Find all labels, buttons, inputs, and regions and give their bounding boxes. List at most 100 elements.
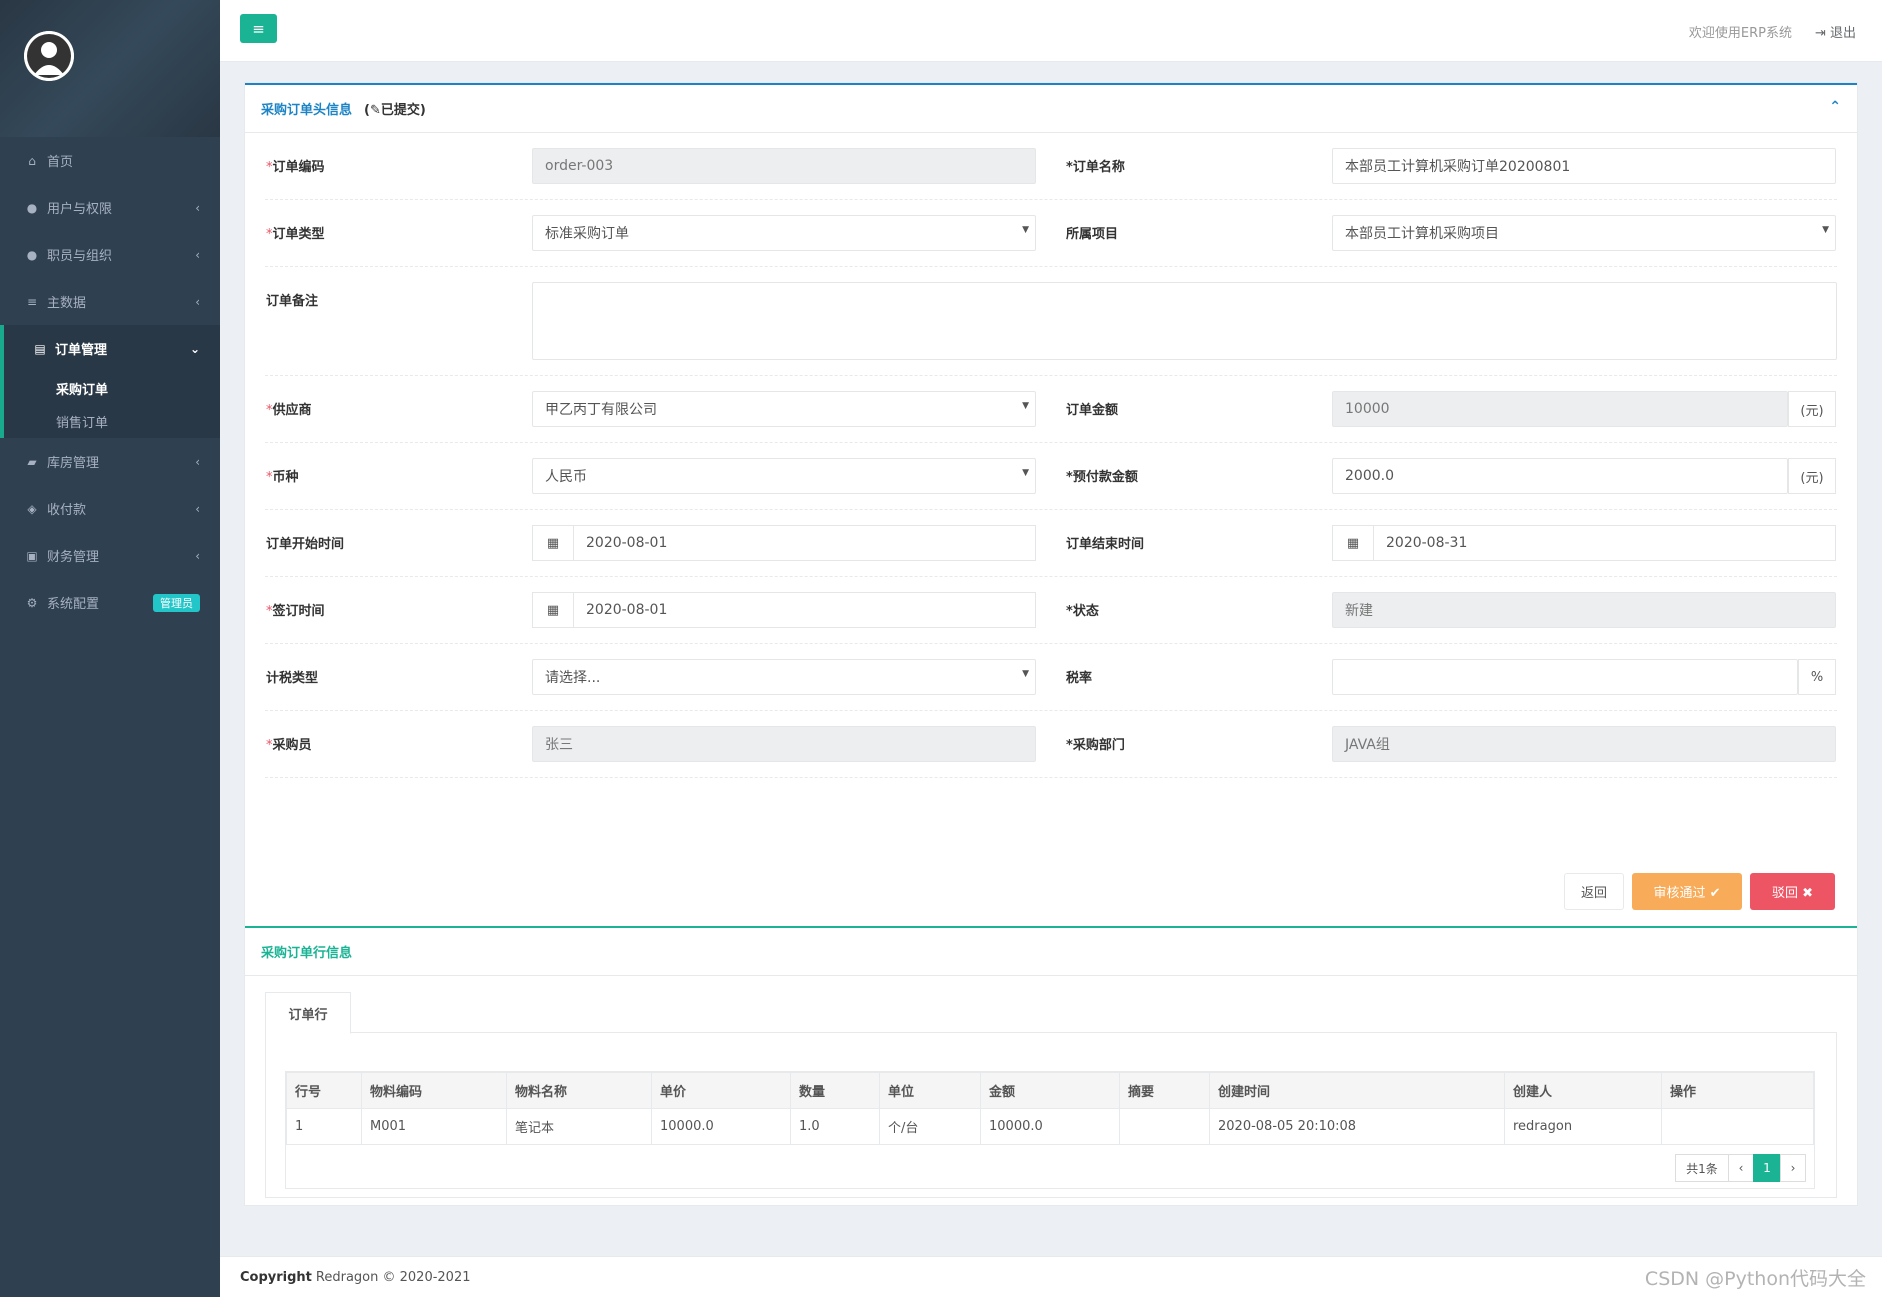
tab-order-lines[interactable]: 订单行 [265,992,351,1034]
chevron-left-icon: ‹ [195,501,200,516]
sidebar-item-home[interactable]: ⌂ 首页 [0,137,220,184]
action-buttons: 返回 审核通过 ✔ 驳回 ✖ [1564,873,1835,910]
sidebar: ⌂ 首页 ● 用户与权限 ‹ ● 职员与组织 ‹ ≡ 主数据 ‹ ▤ 订单管理 ⌄ 采购订单 销售… [0,0,220,1297]
column-header[interactable]: 物料名称 [506,1072,652,1109]
form-row: *币种 人民币 ▼ *预付款金额 2000.0 (元) [265,443,1837,510]
column-header[interactable]: 物料编码 [361,1072,507,1109]
tax-rate-group: % [1332,659,1836,695]
sidebar-item-purchase-order[interactable]: 采购订单 [4,372,220,405]
remark-textarea[interactable] [531,282,1837,360]
caret-down-icon: ▼ [1022,401,1029,411]
amount-field[interactable]: 10000 [1332,391,1788,427]
cell-actions[interactable] [1661,1108,1814,1145]
sidebar-item-payments[interactable]: ◈ 收付款 ‹ [0,485,220,532]
prev-page-button[interactable]: ‹ [1728,1154,1754,1182]
order-type-select[interactable]: 标准采购订单 ▼ [532,215,1036,251]
avatar[interactable] [24,31,74,81]
menu-toggle-button[interactable]: ≡ [240,14,277,43]
gear-icon: ⚙ [26,595,38,610]
caret-down-icon: ▼ [1822,225,1829,235]
caret-down-icon: ▼ [1022,225,1029,235]
form-row: *订单编码 order-003 *订单名称 本部员工计算机采购订单2020080… [265,133,1837,200]
back-button[interactable]: 返回 [1564,873,1624,910]
approve-button[interactable]: 审核通过 ✔ [1632,873,1742,910]
sidebar-item-orders[interactable]: ▤ 订单管理 ⌄ [0,325,220,372]
table-row[interactable]: 1 M001 笔记本 10000.0 1.0 个/台 10000.0 2020-… [286,1108,1814,1145]
yuan-addon: (元) [1788,458,1836,494]
calendar-icon[interactable]: ▦ [532,592,574,628]
order-name-field[interactable]: 本部员工计算机采购订单20200801 [1332,148,1836,184]
next-page-button[interactable]: › [1780,1154,1806,1182]
order-code-label: *订单编码 [266,160,325,175]
column-header[interactable]: 创建时间 [1209,1072,1505,1109]
sidebar-item-warehouse[interactable]: ▰ 库房管理 ‹ [0,438,220,485]
sidebar-item-users[interactable]: ● 用户与权限 ‹ [0,184,220,231]
form-row: 计税类型 请选择... ▼ 税率 % [265,644,1837,711]
handshake-icon: ◈ [27,501,37,516]
column-header[interactable]: 单位 [879,1072,981,1109]
cell-unit-price: 10000.0 [651,1108,791,1145]
order-lines-table: 行号 物料编码 物料名称 单价 数量 单位 金额 摘要 创建时间 创建人 操作 … [285,1071,1815,1189]
tax-type-label: 计税类型 [266,671,319,686]
tax-type-select[interactable]: 请选择... ▼ [532,659,1036,695]
home-icon: ⌂ [28,153,36,168]
truck-icon: ▰ [27,454,37,469]
column-header[interactable]: 单价 [651,1072,791,1109]
order-lines-header: 采购订单行信息 [245,926,1857,976]
order-name-label: *订单名称 [1066,160,1125,175]
percent-addon: % [1798,659,1836,695]
cell-summary [1119,1108,1210,1145]
sidebar-submenu: 采购订单 销售订单 [0,372,220,438]
order-type-label: *订单类型 [266,227,325,242]
sidebar-item-finance[interactable]: ▣ 财务管理 ‹ [0,532,220,579]
calendar-icon[interactable]: ▦ [532,525,574,561]
topbar: ≡ 欢迎使用ERP系统 ⇥ 退出 [220,0,1882,62]
sign-date-label: *签订时间 [266,604,325,619]
dept-field[interactable]: JAVA组 [1332,726,1836,762]
chevron-left-icon: ‹ [195,247,200,262]
sign-date-picker[interactable]: ▦ 2020-08-01 [532,592,1036,628]
supplier-label: *供应商 [266,403,312,418]
column-header[interactable]: 摘要 [1119,1072,1210,1109]
reject-button[interactable]: 驳回 ✖ [1750,873,1835,910]
sidebar-item-master-data[interactable]: ≡ 主数据 ‹ [0,278,220,325]
sidebar-item-sales-order[interactable]: 销售订单 [4,405,220,438]
watermark: CSDN @Python代码大全 [1644,1268,1866,1290]
column-header[interactable]: 创建人 [1504,1072,1662,1109]
project-select[interactable]: 本部员工计算机采购项目 ▼ [1332,215,1836,251]
chevron-left-icon: ‹ [195,200,200,215]
form-row: *供应商 甲乙丙丁有限公司 ▼ 订单金额 10000 (元) [265,376,1837,443]
form-row: *采购员 张三 *采购部门 JAVA组 [265,711,1837,778]
tax-rate-field[interactable] [1332,659,1798,695]
chevron-up-icon[interactable]: ⌃ [1829,99,1841,115]
chevron-left-icon: ‹ [195,454,200,469]
status-label: *状态 [1066,604,1099,619]
sidebar-item-settings[interactable]: ⚙ 系统配置 管理员 [0,579,220,626]
status-field[interactable]: 新建 [1332,592,1836,628]
buyer-field[interactable]: 张三 [532,726,1036,762]
column-header[interactable]: 数量 [790,1072,880,1109]
currency-select[interactable]: 人民币 ▼ [532,458,1036,494]
start-date-picker[interactable]: ▦ 2020-08-01 [532,525,1036,561]
currency-label: *币种 [266,470,299,485]
logout-link[interactable]: ⇥ 退出 [1815,22,1856,41]
column-header[interactable]: 行号 [286,1072,362,1109]
table-header-row: 行号 物料编码 物料名称 单价 数量 单位 金额 摘要 创建时间 创建人 操作 [286,1072,1814,1109]
amount-label: 订单金额 [1066,403,1119,418]
supplier-select[interactable]: 甲乙丙丁有限公司 ▼ [532,391,1036,427]
lines-title: 采购订单行信息 [261,946,353,961]
sidebar-item-staff[interactable]: ● 职员与组织 ‹ [0,231,220,278]
form-row: *订单类型 标准采购订单 ▼ 所属项目 本部员工计算机采购项目 ▼ [265,200,1837,267]
column-header[interactable]: 金额 [980,1072,1120,1109]
remark-label: 订单备注 [266,294,319,309]
money-icon: ▣ [26,548,38,563]
calendar-icon[interactable]: ▦ [1332,525,1374,561]
page-1-button[interactable]: 1 [1753,1154,1781,1182]
tax-rate-label: 税率 [1066,671,1093,686]
end-date-picker[interactable]: ▦ 2020-08-31 [1332,525,1836,561]
order-code-field[interactable]: order-003 [532,148,1036,184]
column-header[interactable]: 操作 [1661,1072,1814,1109]
sidebar-profile [0,0,220,137]
chevron-left-icon: ‹ [195,294,200,309]
prepay-field[interactable]: 2000.0 [1332,458,1788,494]
